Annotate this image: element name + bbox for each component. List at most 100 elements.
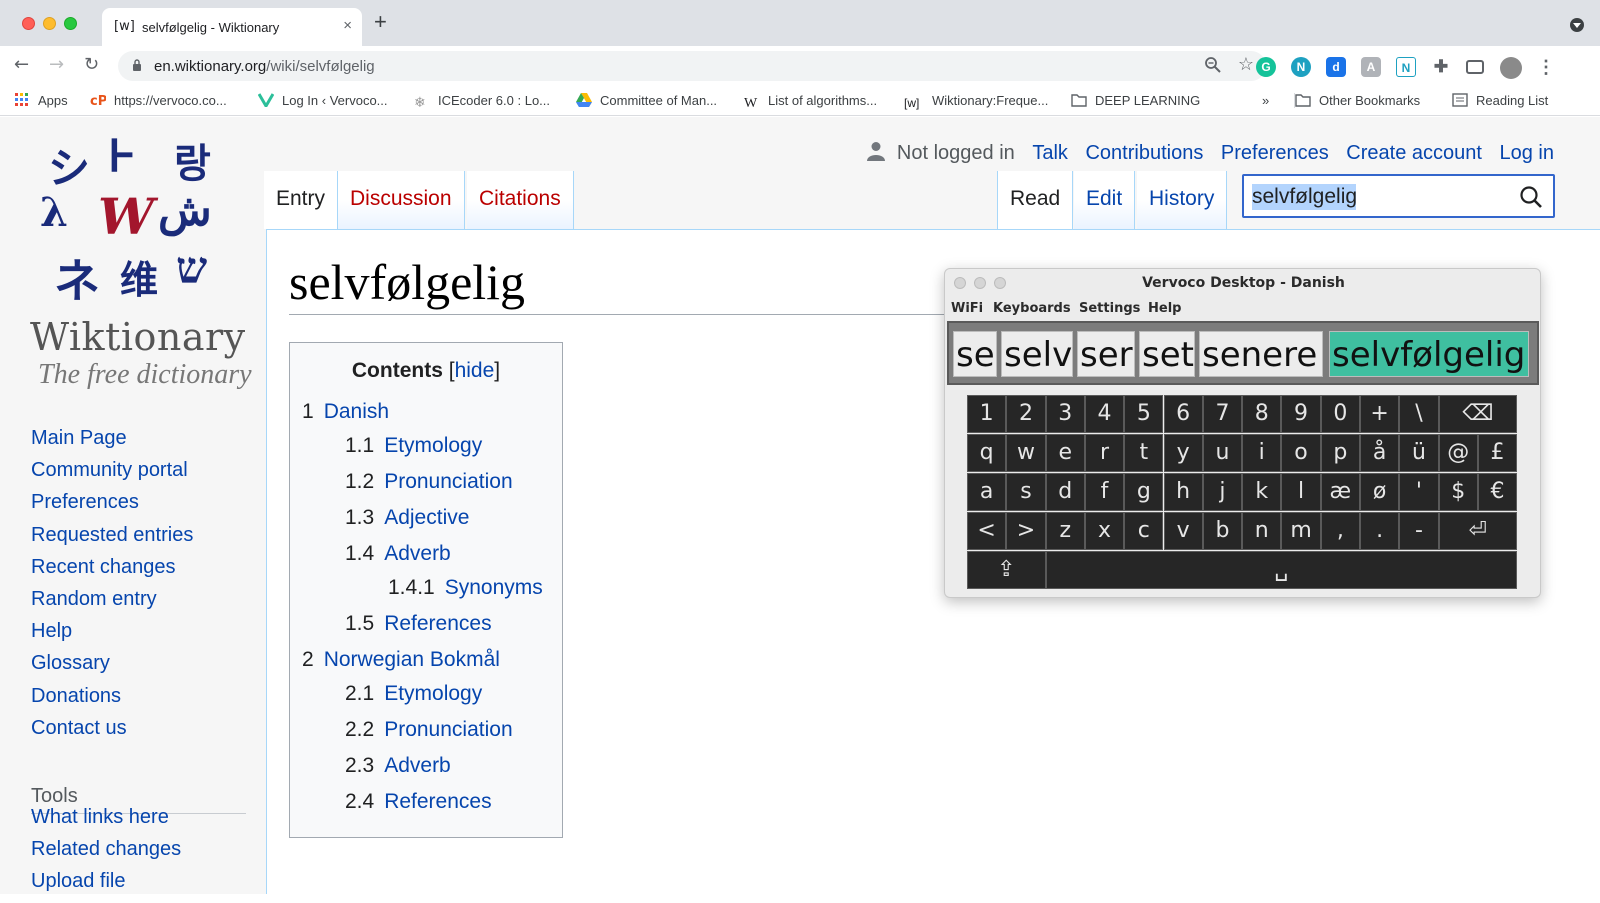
puzzle-icon[interactable]: ✚ [1431, 57, 1451, 77]
suggestion-chip[interactable]: selv [1001, 331, 1073, 377]
keyboard-key[interactable]: 7 [1202, 395, 1243, 433]
keyboard-key[interactable]: 4 [1084, 395, 1125, 433]
keyboard-key[interactable]: g [1124, 473, 1164, 511]
suggestion-chip[interactable]: senere [1199, 331, 1323, 377]
reload-button[interactable]: ↻ [84, 54, 99, 75]
toc-item[interactable]: 1.5 References [345, 612, 492, 636]
menu-wifi[interactable]: WiFi [951, 301, 983, 316]
keyboard-key[interactable]: t [1124, 434, 1164, 472]
tools-upload-file[interactable]: Upload file [31, 870, 181, 902]
keyboard-key[interactable]: k [1242, 473, 1282, 511]
grammarly-icon[interactable]: G [1256, 57, 1276, 77]
address-bar[interactable]: en.wiktionary.org/wiki/selvfølgelig ☆ [118, 51, 1266, 81]
reading-list-button[interactable]: Reading List [1452, 93, 1548, 108]
suggestion-chip-selected[interactable]: selvfølgelig [1329, 331, 1529, 377]
suggestion-chip[interactable]: set [1139, 331, 1195, 377]
keyboard-key[interactable]: . [1360, 512, 1400, 550]
nav-requested-entries[interactable]: Requested entries [31, 524, 193, 556]
suggestion-chip[interactable]: ser [1077, 331, 1135, 377]
keyboard-key[interactable]: 3 [1045, 395, 1085, 433]
forward-button[interactable]: → [49, 54, 64, 75]
keyboard-key[interactable]: s [1006, 473, 1046, 511]
bookmark-item[interactable]: Apps [14, 93, 68, 108]
keyboard-key[interactable]: ü [1399, 434, 1439, 472]
keyboard-key[interactable]: @ [1438, 434, 1478, 472]
tab-read[interactable]: Read [997, 171, 1074, 229]
toc-item[interactable]: 1.4.1 Synonyms [388, 576, 543, 600]
keyboard-key[interactable]: c [1124, 512, 1164, 550]
nav-recent-changes[interactable]: Recent changes [31, 556, 193, 588]
menu-keyboards[interactable]: Keyboards [993, 301, 1071, 316]
keyboard-key[interactable]: y [1163, 434, 1203, 472]
bookmark-item[interactable]: Log In ‹ Vervoco... [258, 93, 388, 108]
nav-main-page[interactable]: Main Page [31, 427, 193, 459]
keyboard-key[interactable]: p [1320, 434, 1360, 472]
menu-settings[interactable]: Settings [1079, 301, 1140, 316]
zoom-icon[interactable] [1204, 56, 1222, 74]
wiktionary-logo[interactable]: シ Ꮀ 랑 λ W ش ネ 维 ש Wiktionary The free di… [26, 125, 252, 390]
keyboard-key[interactable]: < [967, 512, 1007, 550]
new-tab-button[interactable]: + [374, 11, 387, 33]
suggestion-chip[interactable]: se [953, 331, 997, 377]
keyboard-key[interactable]: 8 [1242, 395, 1282, 433]
keyboard-key[interactable]: , [1320, 512, 1360, 550]
toc-item[interactable]: 2.3 Adverb [345, 754, 451, 778]
cast-icon[interactable] [1466, 60, 1484, 74]
browser-tab-active[interactable]: [w] selvfølgelig - Wiktionary × [102, 8, 362, 46]
keyboard-key[interactable]: n [1242, 512, 1282, 550]
keyboard-key[interactable]: æ [1320, 473, 1360, 511]
keyboard-key[interactable]: $ [1438, 473, 1478, 511]
toc-item[interactable]: 1.4 Adverb [345, 542, 451, 566]
keyboard-key[interactable]: 6 [1163, 395, 1203, 433]
tab-close-icon[interactable]: × [343, 17, 352, 34]
keyboard-key[interactable]: q [967, 434, 1007, 472]
keyboard-key[interactable]: ⏎ [1438, 512, 1518, 550]
preferences-link[interactable]: Preferences [1221, 142, 1329, 164]
bookmark-item[interactable]: W List of algorithms... [744, 93, 877, 111]
toc-hide-link[interactable]: hide [455, 359, 495, 382]
keyboard-key[interactable]: \ [1399, 395, 1439, 433]
wiki-search[interactable] [1242, 174, 1555, 218]
keyboard-key[interactable]: ø [1360, 473, 1400, 511]
keyboard-key[interactable]: j [1202, 473, 1243, 511]
nav-random-entry[interactable]: Random entry [31, 588, 193, 620]
toc-item[interactable]: 1.3 Adjective [345, 506, 469, 530]
bookmark-item[interactable]: [w] Wiktionary:Freque... [904, 93, 1048, 110]
window-minimize-button[interactable] [43, 17, 56, 30]
nav-contact-us[interactable]: Contact us [31, 717, 193, 749]
n-extension-icon[interactable]: N [1291, 57, 1311, 77]
keyboard-key[interactable]: 2 [1006, 395, 1046, 433]
toc-item[interactable]: 2.2 Pronunciation [345, 718, 513, 742]
bookmark-item[interactable]: ❄ ICEcoder 6.0 : Lo... [414, 93, 550, 110]
bookmarks-overflow-button[interactable]: » [1262, 93, 1269, 108]
keyboard-key[interactable]: e [1045, 434, 1085, 472]
tab-edit[interactable]: Edit [1074, 171, 1136, 229]
contributions-link[interactable]: Contributions [1085, 142, 1203, 164]
keyboard-key[interactable]: £ [1477, 434, 1518, 472]
keyboard-key[interactable]: € [1477, 473, 1518, 511]
keyboard-key[interactable]: 9 [1281, 395, 1321, 433]
nav-donations[interactable]: Donations [31, 685, 193, 717]
bookmark-item[interactable]: Committee of Man... [576, 93, 717, 108]
nav-community-portal[interactable]: Community portal [31, 459, 193, 491]
keyboard-key[interactable]: w [1006, 434, 1046, 472]
toc-item[interactable]: 1 Danish [302, 400, 389, 424]
keyboard-key[interactable]: o [1281, 434, 1321, 472]
keyboard-key[interactable]: u [1202, 434, 1243, 472]
keyboard-key[interactable]: m [1281, 512, 1321, 550]
log-in-link[interactable]: Log in [1500, 142, 1555, 164]
bookmark-item[interactable]: cP https://vervoco.co... [90, 93, 227, 108]
toc-item[interactable]: 2.1 Etymology [345, 682, 482, 706]
keyboard-key[interactable]: i [1242, 434, 1282, 472]
talk-link[interactable]: Talk [1032, 142, 1068, 164]
keyboard-key[interactable]: d [1045, 473, 1085, 511]
search-icon[interactable] [1519, 185, 1543, 209]
tab-entry[interactable]: Entry [264, 171, 339, 229]
keyboard-key[interactable]: - [1399, 512, 1439, 550]
url-text[interactable]: en.wiktionary.org/wiki/selvfølgelig [154, 58, 375, 75]
keyboard-key[interactable]: f [1084, 473, 1125, 511]
lock-icon[interactable] [132, 59, 142, 71]
profile-avatar[interactable] [1500, 57, 1522, 79]
nav-glossary[interactable]: Glossary [31, 652, 193, 684]
tab-history[interactable]: History [1137, 171, 1228, 229]
